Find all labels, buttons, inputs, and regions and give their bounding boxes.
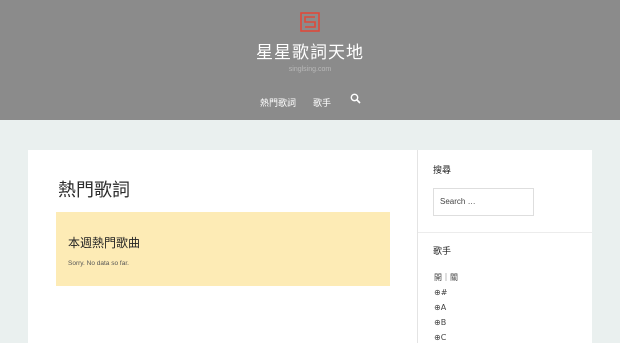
page-title: 熱門歌詞: [58, 180, 130, 201]
singer-toggle-link[interactable]: 開｜關: [434, 272, 458, 283]
sidebar-divider: [418, 232, 592, 233]
notice-text: Sorry. No data so far.: [68, 260, 129, 267]
search-icon[interactable]: [350, 93, 361, 104]
site-title[interactable]: 星星歌詞天地: [0, 38, 620, 63]
nav-singers[interactable]: 歌手: [313, 96, 331, 109]
logo-icon[interactable]: [300, 12, 320, 32]
singer-category-hash[interactable]: ⊕#: [434, 288, 447, 297]
singer-category-a[interactable]: ⊕A: [434, 303, 446, 312]
singer-category-c[interactable]: ⊕C: [434, 333, 446, 342]
search-input[interactable]: Search …: [433, 188, 534, 216]
site-subtitle: singlsing.com: [288, 66, 332, 73]
notice-box: 本週熱門歌曲 Sorry. No data so far.: [56, 212, 390, 286]
search-widget-title: 搜尋: [433, 166, 452, 176]
singer-category-b[interactable]: ⊕B: [434, 318, 446, 327]
singer-widget-title: 歌手: [433, 247, 452, 257]
nav-hot-lyrics[interactable]: 熱門歌詞: [260, 96, 296, 109]
site-header: 星星歌詞天地 singlsing.com 熱門歌詞 歌手: [0, 0, 620, 120]
notice-title: 本週熱門歌曲: [68, 236, 141, 250]
